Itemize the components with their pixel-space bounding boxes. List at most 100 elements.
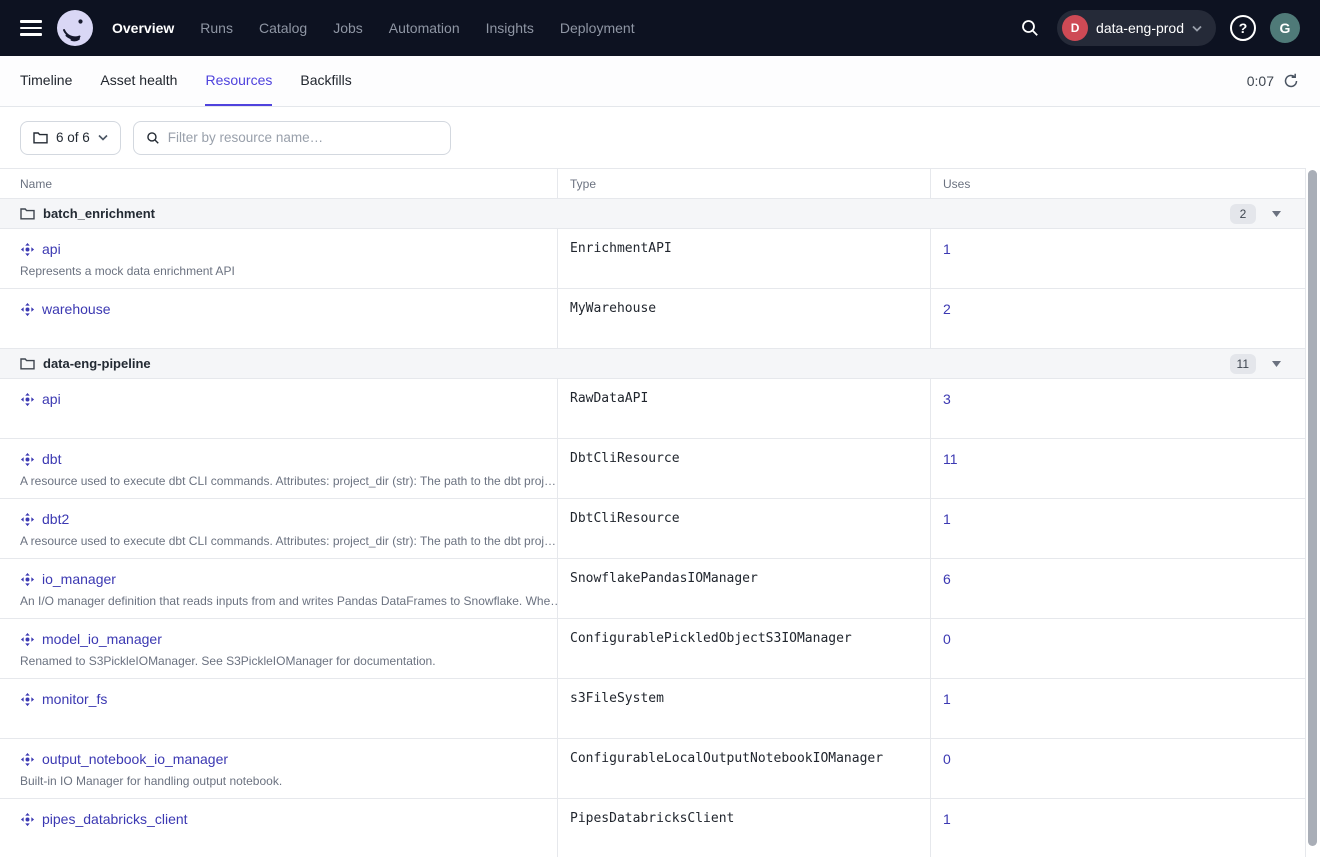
resource-description: Built-in IO Manager for handling output … (20, 774, 541, 788)
resource-icon (20, 632, 35, 647)
resource-link[interactable]: io_manager (42, 571, 116, 587)
nav-item-insights[interactable]: Insights (486, 20, 534, 36)
resource-search-input[interactable] (168, 130, 438, 145)
search-icon[interactable] (1017, 15, 1043, 41)
resource-description: An I/O manager definition that reads inp… (20, 594, 541, 608)
nav-item-deployment[interactable]: Deployment (560, 20, 635, 36)
search-icon (146, 131, 160, 145)
resource-icon (20, 512, 35, 527)
resource-icon (20, 392, 35, 407)
table-row: warehouse MyWarehouse 2 (0, 289, 1305, 349)
group-name: batch_enrichment (43, 206, 155, 221)
nav-item-catalog[interactable]: Catalog (259, 20, 307, 36)
column-header-type: Type (557, 169, 930, 198)
table-row: model_io_manager Renamed to S3PickleIOMa… (0, 619, 1305, 679)
tab-timeline[interactable]: Timeline (20, 56, 72, 106)
table-row: monitor_fs s3FileSystem 1 (0, 679, 1305, 739)
resource-uses-link[interactable]: 6 (943, 571, 951, 587)
folder-icon (20, 357, 35, 370)
resource-icon (20, 572, 35, 587)
table-row: dbt A resource used to execute dbt CLI c… (0, 439, 1305, 499)
resource-type: DbtCliResource (557, 499, 930, 558)
group-row[interactable]: data-eng-pipeline 11 (0, 349, 1305, 379)
folder-icon (33, 131, 48, 144)
group-row[interactable]: batch_enrichment 2 (0, 199, 1305, 229)
resource-icon (20, 692, 35, 707)
group-count-badge: 2 (1230, 204, 1256, 224)
resource-link[interactable]: model_io_manager (42, 631, 162, 647)
tab-resources[interactable]: Resources (205, 56, 272, 106)
refresh-icon[interactable] (1282, 72, 1300, 90)
resource-uses-link[interactable]: 1 (943, 241, 951, 257)
overview-resources-page: Overview Runs Catalog Jobs Automation In… (0, 0, 1320, 857)
resource-uses-link[interactable]: 1 (943, 691, 951, 707)
resource-icon (20, 752, 35, 767)
resource-uses-link[interactable]: 11 (943, 451, 958, 467)
nav-item-automation[interactable]: Automation (389, 20, 460, 36)
collapse-caret-icon[interactable] (1272, 211, 1281, 217)
refresh-area: 0:07 (1247, 56, 1300, 106)
column-header-uses: Uses (930, 169, 1305, 198)
resource-type: ConfigurableLocalOutputNotebookIOManager (557, 739, 930, 798)
workspace-badge: D (1062, 15, 1088, 41)
table-row: output_notebook_io_manager Built-in IO M… (0, 739, 1305, 799)
resource-type: s3FileSystem (557, 679, 930, 738)
primary-nav: Overview Runs Catalog Jobs Automation In… (112, 20, 635, 36)
workspace-switcher[interactable]: D data-eng-prod (1057, 10, 1216, 46)
resource-link[interactable]: warehouse (42, 301, 111, 317)
group-name: data-eng-pipeline (43, 356, 151, 371)
resource-link[interactable]: output_notebook_io_manager (42, 751, 228, 767)
resource-uses-link[interactable]: 0 (943, 751, 951, 767)
dagster-logo-icon[interactable] (56, 9, 94, 47)
vertical-scrollbar[interactable] (1308, 170, 1317, 846)
resource-type: EnrichmentAPI (557, 229, 930, 288)
resource-type: PipesDatabricksClient (557, 799, 930, 857)
resource-link[interactable]: dbt2 (42, 511, 69, 527)
column-header-name: Name (0, 169, 557, 198)
tab-backfills[interactable]: Backfills (300, 56, 351, 106)
table-row: io_manager An I/O manager definition tha… (0, 559, 1305, 619)
resource-search (133, 121, 451, 155)
tab-asset-health[interactable]: Asset health (100, 56, 177, 106)
collapse-caret-icon[interactable] (1272, 361, 1281, 367)
table-header: Name Type Uses (0, 169, 1305, 199)
resource-link[interactable]: pipes_databricks_client (42, 811, 188, 827)
overview-tabbar: Timeline Asset health Resources Backfill… (0, 56, 1320, 107)
resource-uses-link[interactable]: 3 (943, 391, 951, 407)
resource-link[interactable]: api (42, 241, 61, 257)
resource-link[interactable]: api (42, 391, 61, 407)
code-location-filter-label: 6 of 6 (56, 130, 90, 145)
resource-link[interactable]: dbt (42, 451, 61, 467)
resource-uses-link[interactable]: 2 (943, 301, 951, 317)
top-nav-right: D data-eng-prod ? G (1017, 10, 1300, 46)
nav-item-runs[interactable]: Runs (200, 20, 233, 36)
resource-uses-link[interactable]: 1 (943, 511, 951, 527)
resource-type: RawDataAPI (557, 379, 930, 438)
resource-link[interactable]: monitor_fs (42, 691, 107, 707)
group-count-badge: 11 (1230, 354, 1256, 374)
resource-icon (20, 302, 35, 317)
filter-row: 6 of 6 (0, 107, 1320, 168)
resource-uses-link[interactable]: 1 (943, 811, 951, 827)
table-row: api Represents a mock data enrichment AP… (0, 229, 1305, 289)
table-row: dbt2 A resource used to execute dbt CLI … (0, 499, 1305, 559)
refresh-countdown: 0:07 (1247, 73, 1274, 89)
chevron-down-icon (1192, 25, 1202, 32)
menu-icon[interactable] (20, 20, 42, 36)
resource-uses-link[interactable]: 0 (943, 631, 951, 647)
chevron-down-icon (98, 134, 108, 141)
table-row: api RawDataAPI 3 (0, 379, 1305, 439)
workspace-name: data-eng-prod (1096, 20, 1184, 36)
resource-description: Renamed to S3PickleIOManager. See S3Pick… (20, 654, 541, 668)
nav-item-overview[interactable]: Overview (112, 20, 174, 36)
resources-table: Name Type Uses batch_enrichment 2 (0, 168, 1306, 857)
resource-icon (20, 242, 35, 257)
user-avatar[interactable]: G (1270, 13, 1300, 43)
resource-type: ConfigurablePickledObjectS3IOManager (557, 619, 930, 678)
code-location-filter-button[interactable]: 6 of 6 (20, 121, 121, 155)
resource-icon (20, 452, 35, 467)
resource-description: Represents a mock data enrichment API (20, 264, 541, 278)
resource-type: DbtCliResource (557, 439, 930, 498)
help-icon[interactable]: ? (1230, 15, 1256, 41)
nav-item-jobs[interactable]: Jobs (333, 20, 363, 36)
